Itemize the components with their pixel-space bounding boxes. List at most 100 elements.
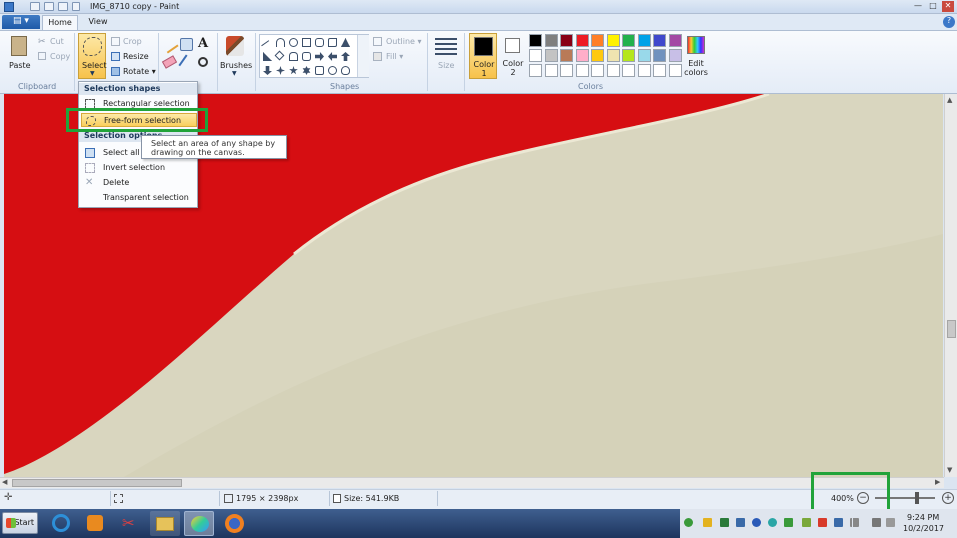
palette-swatch[interactable]: [637, 64, 651, 77]
vertical-scroll-thumb[interactable]: [947, 320, 956, 338]
palette-swatch[interactable]: [622, 49, 635, 62]
palette-swatch[interactable]: [653, 49, 666, 62]
palette-swatch[interactable]: [668, 34, 682, 47]
text-tool-icon[interactable]: A: [198, 36, 208, 51]
resize-button[interactable]: Resize: [123, 52, 149, 61]
internet-explorer-icon[interactable]: [46, 511, 76, 536]
minimize-button[interactable]: —: [912, 1, 924, 12]
vertical-scrollbar[interactable]: ▲ ▼: [944, 94, 957, 477]
close-button[interactable]: ✕: [942, 1, 954, 12]
customize-quick-icon[interactable]: [72, 2, 80, 11]
four-point-star-shape-icon[interactable]: [276, 66, 285, 75]
tray-sync-icon[interactable]: [768, 518, 777, 527]
gallery-scroll[interactable]: [357, 35, 369, 77]
palette-swatch[interactable]: [544, 49, 558, 62]
palette-swatch[interactable]: [653, 34, 666, 47]
file-explorer-icon[interactable]: [150, 511, 180, 536]
crop-button[interactable]: Crop: [123, 37, 142, 46]
palette-swatch[interactable]: [529, 64, 542, 77]
tray-network-icon[interactable]: [802, 518, 811, 527]
shapes-gallery[interactable]: [259, 34, 369, 78]
tab-view[interactable]: View: [82, 15, 114, 30]
right-arrow-shape-icon[interactable]: [315, 52, 324, 61]
pentagon-shape-icon[interactable]: [289, 52, 298, 61]
paint-taskbar-icon[interactable]: [184, 511, 214, 536]
horizontal-scrollbar[interactable]: ◀ ▶: [0, 477, 944, 488]
palette-swatch[interactable]: [622, 64, 635, 77]
maximize-button[interactable]: □: [927, 1, 939, 12]
palette-swatch[interactable]: [575, 64, 589, 77]
callout-shape-icon[interactable]: [315, 66, 324, 75]
scroll-down-arrow-icon[interactable]: ▼: [947, 466, 952, 474]
tray-monitor-icon[interactable]: [736, 518, 745, 527]
copy-button[interactable]: Copy: [50, 52, 70, 61]
select-button[interactable]: Select ▼: [78, 33, 107, 79]
palette-swatch[interactable]: [560, 34, 573, 47]
cut-button[interactable]: Cut: [50, 37, 64, 46]
zoom-slider-thumb[interactable]: [915, 492, 919, 504]
fill-dropdown[interactable]: Fill ▾: [386, 52, 403, 61]
tray-security-icon[interactable]: [684, 518, 693, 527]
help-button[interactable]: ?: [943, 16, 955, 28]
palette-swatch[interactable]: [560, 49, 573, 62]
brushes-button[interactable]: Brushes ▼: [219, 34, 252, 78]
tab-home[interactable]: Home: [42, 15, 78, 31]
palette-swatch[interactable]: [637, 49, 651, 62]
down-arrow-shape-icon[interactable]: [263, 66, 272, 75]
palette-swatch[interactable]: [606, 64, 620, 77]
edit-colors-button[interactable]: Edit colors: [682, 34, 710, 78]
oval-callout-shape-icon[interactable]: [328, 66, 337, 75]
color2-button[interactable]: Color 2: [500, 33, 526, 79]
color1-button[interactable]: Color 1: [469, 33, 497, 79]
invert-selection-item[interactable]: Invert selection: [81, 161, 197, 175]
zoom-in-button[interactable]: +: [942, 492, 954, 504]
polygon-shape-icon[interactable]: [328, 38, 337, 47]
palette-swatch[interactable]: [560, 64, 573, 77]
size-button[interactable]: Size: [432, 34, 460, 78]
outline-dropdown[interactable]: Outline ▾: [386, 37, 422, 46]
palette-swatch[interactable]: [606, 34, 620, 47]
hexagon-shape-icon[interactable]: [302, 52, 311, 61]
scroll-right-arrow-icon[interactable]: ▶: [935, 478, 940, 486]
save-quick-icon[interactable]: [30, 2, 40, 11]
six-point-star-shape-icon[interactable]: [302, 66, 311, 75]
diamond-shape-icon[interactable]: [274, 50, 285, 61]
palette-swatch[interactable]: [591, 34, 604, 47]
scroll-left-arrow-icon[interactable]: ◀: [2, 478, 7, 486]
volume-icon[interactable]: [872, 518, 881, 527]
magnifier-icon[interactable]: [198, 57, 208, 67]
paste-button[interactable]: Paste: [6, 34, 32, 78]
flag-icon[interactable]: [886, 518, 895, 527]
clock-date[interactable]: 10/2/2017: [903, 524, 944, 533]
palette-swatch[interactable]: [591, 64, 604, 77]
palette-swatch[interactable]: [575, 49, 589, 62]
horizontal-scroll-thumb[interactable]: [12, 479, 182, 487]
palette-swatch[interactable]: [529, 49, 542, 62]
triangle-shape-icon[interactable]: [341, 38, 350, 47]
palette-swatch[interactable]: [529, 34, 542, 47]
oval-shape-icon[interactable]: [289, 38, 298, 47]
up-arrow-shape-icon[interactable]: [341, 52, 350, 61]
five-point-star-shape-icon[interactable]: [289, 66, 298, 75]
snipping-tool-icon[interactable]: ✂: [114, 511, 144, 536]
clock-time[interactable]: 9:24 PM: [907, 513, 939, 522]
tray-windows-icon[interactable]: [834, 518, 843, 527]
fill-bucket-icon[interactable]: [180, 38, 193, 51]
palette-swatch[interactable]: [575, 34, 589, 47]
transparent-selection-item[interactable]: Transparent selection: [81, 191, 197, 205]
media-player-icon[interactable]: [80, 511, 110, 536]
rounded-rectangle-shape-icon[interactable]: [315, 38, 324, 47]
scroll-up-arrow-icon[interactable]: ▲: [947, 96, 952, 104]
palette-swatch[interactable]: [591, 49, 604, 62]
palette-swatch[interactable]: [637, 34, 651, 47]
undo-quick-icon[interactable]: [44, 2, 54, 11]
left-arrow-shape-icon[interactable]: [328, 52, 337, 61]
tray-app-icon[interactable]: [720, 518, 729, 527]
wifi-signal-icon[interactable]: [850, 518, 859, 527]
line-shape-icon[interactable]: [261, 40, 274, 53]
palette-swatch[interactable]: [544, 34, 558, 47]
palette-swatch[interactable]: [622, 34, 635, 47]
palette-swatch[interactable]: [668, 49, 682, 62]
start-button[interactable]: Start: [2, 512, 38, 534]
rectangle-shape-icon[interactable]: [302, 38, 311, 47]
